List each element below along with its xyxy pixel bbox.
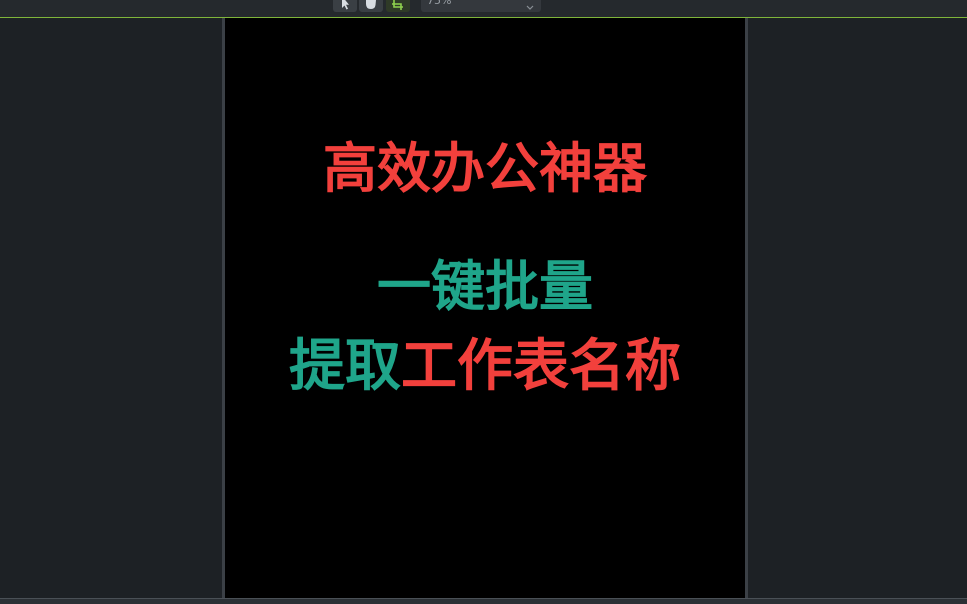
subtitle-teal-part: 提取 [289,334,401,399]
crop-icon [391,0,405,12]
chevron-down-icon [526,0,534,10]
app-window: 75% 高效办公神器 一键批量 提取工作表名称 [0,0,967,604]
title-red-text: 高效办公神器 [323,137,647,200]
zoom-value: 75% [427,0,452,7]
crop-tool-button[interactable] [386,0,410,12]
title-text: 高效办公神器 [225,139,745,199]
hand-icon [364,0,378,12]
hand-tool-button[interactable] [359,0,383,12]
subtitle-teal-text: 一键批量 [377,255,593,318]
subtitle-red-part: 工作表名称 [401,334,681,399]
top-toolbar: 75% [0,0,967,17]
bottom-status-bar [0,598,967,604]
zoom-dropdown[interactable]: 75% [421,0,541,12]
select-tool-button[interactable] [333,0,357,12]
subtitle-line-1: 一键批量 [225,257,745,317]
document-page[interactable]: 高效办公神器 一键批量 提取工作表名称 [225,18,745,598]
subtitle-line-2: 提取工作表名称 [225,336,745,398]
cursor-icon [339,0,351,12]
